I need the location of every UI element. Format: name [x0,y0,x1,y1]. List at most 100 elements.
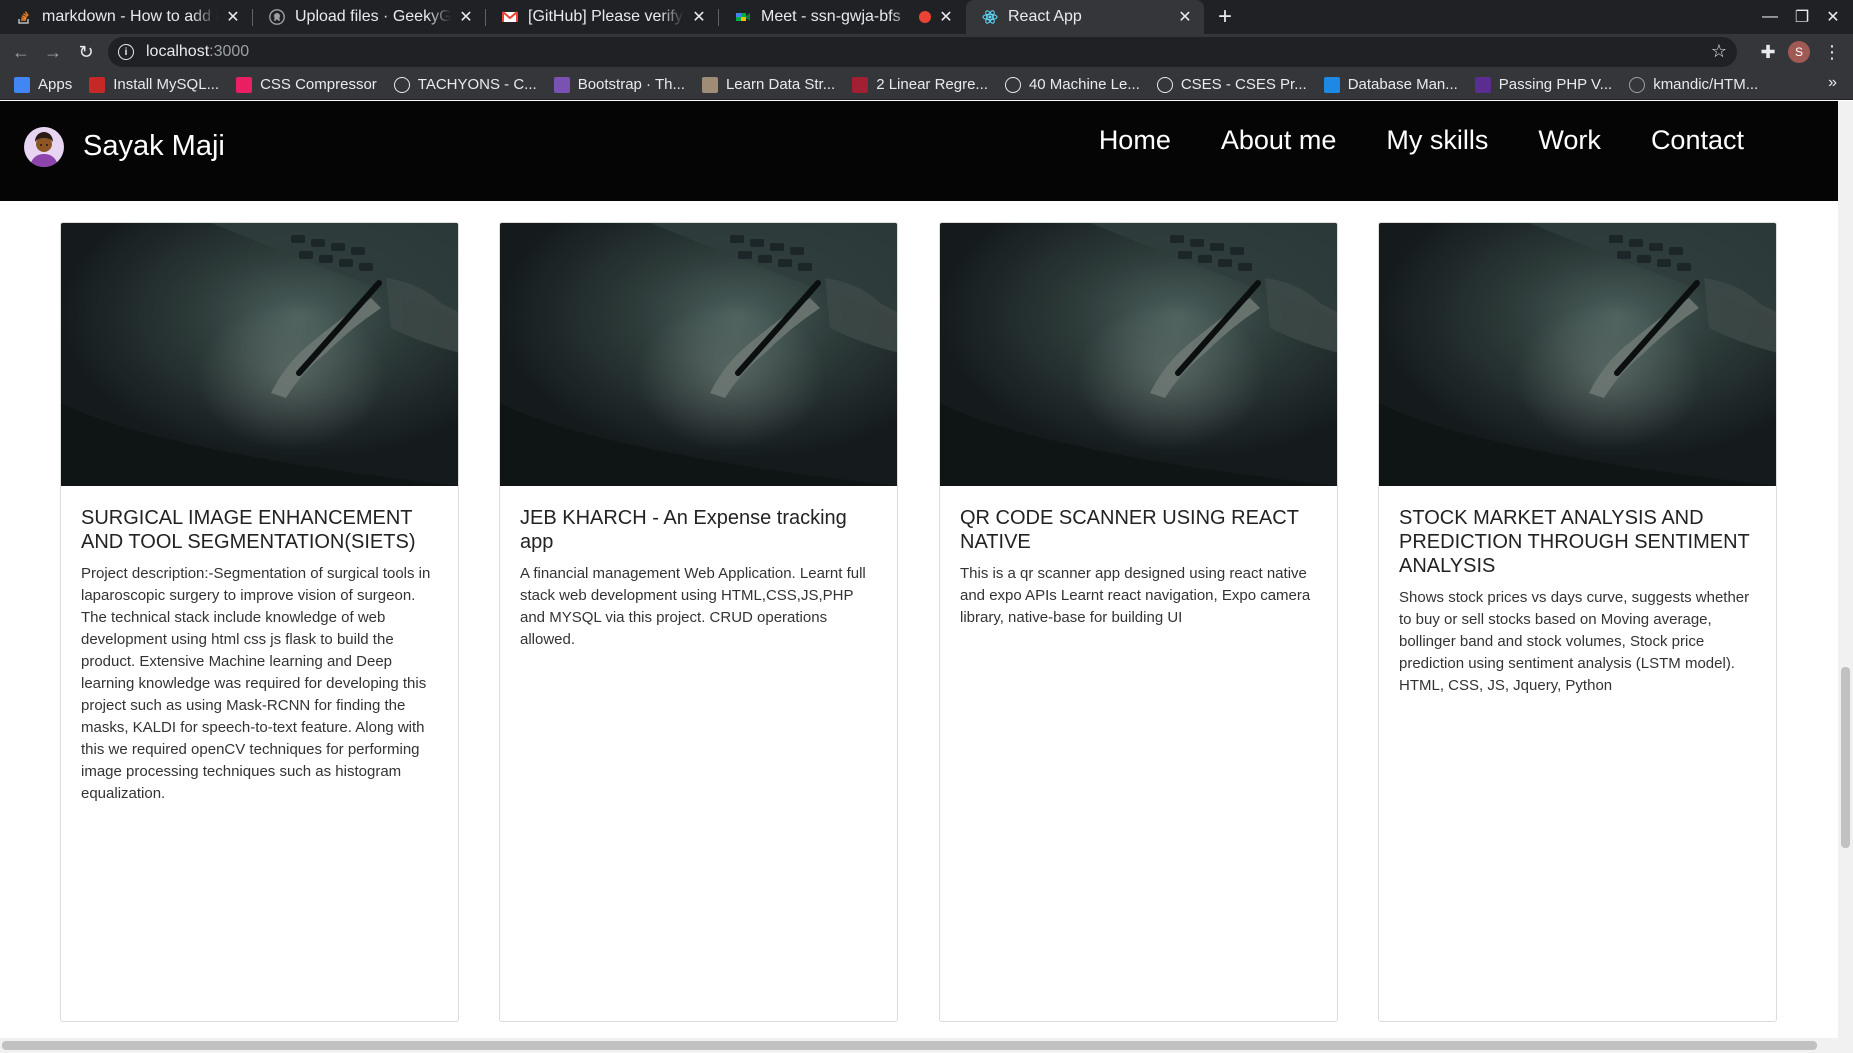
profile-avatar[interactable]: S [1788,41,1810,63]
bookmark-item[interactable]: Apps [14,76,72,93]
site-brand-name[interactable]: Sayak Maji [83,130,225,163]
browser-menu-icon[interactable]: ⋮ [1822,41,1842,63]
tab-0[interactable]: markdown - How to add ima ✕ [0,0,252,34]
nav-link-contact[interactable]: Contact [1651,125,1744,156]
browser-toolbar: ← → ↻ i localhost:3000 ☆ ✚ S ⋮ [0,34,1853,70]
project-title: JEB KHARCH - An Expense tracking app [520,507,847,553]
bookmark-item[interactable]: Install MySQL... [89,76,219,93]
page-viewport: Sayak Maji Home About me My skills Work … [0,101,1838,1038]
close-tab-icon[interactable]: ✕ [457,8,475,26]
recording-indicator-icon [919,11,931,23]
github-icon [1629,76,1646,93]
bookmark-item[interactable]: TACHYONS - C... [393,76,537,93]
back-arrow-icon[interactable]: ← [9,40,33,64]
dw-icon [1474,76,1491,93]
nav-link-home[interactable]: Home [1099,125,1171,156]
minimize-icon[interactable]: — [1759,6,1781,28]
project-image [500,223,897,486]
reload-icon[interactable]: ↻ [74,40,98,64]
bookmark-item[interactable]: 2 Linear Regre... [852,76,988,93]
project-card: JEB KHARCH - An Expense tracking app A f… [499,222,898,1022]
github-icon [269,9,285,25]
tab-title: markdown - How to add ima [42,8,218,25]
project-cards: SURGICAL IMAGE ENHANCEMENT AND TOOL SEGM… [60,222,1780,1022]
bootstrap-icon [553,76,570,93]
react-icon [982,9,998,25]
tab-title: [GitHub] Please verify you [528,8,684,25]
nav-link-my-skills[interactable]: My skills [1386,125,1488,156]
project-description: This is a qr scanner app designed using … [960,565,1311,626]
bookmark-item[interactable]: Database Man... [1323,76,1458,93]
close-tab-icon[interactable]: ✕ [937,8,955,26]
project-description: Project description:-Segmentation of sur… [81,565,431,802]
tab-title: React App [1008,8,1082,25]
stackoverflow-icon [16,9,32,25]
globe-icon [1156,76,1173,93]
bookmark-item[interactable]: CSES - CSES Pr... [1156,76,1307,93]
tab-title: Upload files · GeekyGeek3 [295,8,451,25]
bookmark-label: Learn Data Str... [725,76,836,93]
apps-grid-icon [14,76,30,93]
mit-icon [852,76,869,93]
bookmark-label: 2 Linear Regre... [876,76,988,93]
url-port: :3000 [209,43,250,60]
bookmark-item[interactable]: Bootstrap · Th... [553,76,685,93]
close-tab-icon[interactable]: ✕ [224,8,242,26]
bookmark-item[interactable]: Passing PHP V... [1474,76,1613,93]
site-navbar: Sayak Maji Home About me My skills Work … [0,101,1838,201]
extensions-puzzle-icon[interactable]: ✚ [1757,41,1779,63]
vertical-scrollbar[interactable] [1838,101,1853,1038]
tab-2[interactable]: [GitHub] Please verify you ✕ [486,0,718,34]
project-title: SURGICAL IMAGE ENHANCEMENT AND TOOL SEGM… [81,507,416,553]
close-tab-icon[interactable]: ✕ [690,8,708,26]
bookmark-label: TACHYONS - C... [417,76,537,93]
r-icon [89,76,106,93]
bookmarks-bar: Apps Install MySQL... CSS Compressor TACHYO… [0,70,1853,100]
bookmarks-overflow-icon[interactable]: » [1828,74,1837,92]
project-description: Shows stock prices vs days curve, sugges… [1399,589,1750,694]
close-tab-icon[interactable]: ✕ [1176,8,1194,26]
project-description: A financial management Web Application. … [520,565,866,648]
project-image [1379,223,1776,486]
forward-arrow-icon[interactable]: → [41,40,65,64]
bookmark-label: Passing PHP V... [1498,76,1613,93]
scroll-thumb[interactable] [1841,667,1850,848]
tab-4-active[interactable]: React App ✕ [966,0,1204,34]
tab-strip: markdown - How to add ima ✕ Upload files… [0,0,1853,34]
bookmark-label: CSS Compressor [260,76,377,93]
site-nav-links: Home About me My skills Work Contact [1049,125,1744,156]
bookmark-item[interactable]: CSS Compressor [236,76,377,93]
project-card: QR CODE SCANNER USING REACT NATIVE This … [939,222,1338,1022]
meet-icon [735,9,751,25]
tab-3[interactable]: Meet - ssn-gwja-bfs ✕ [719,0,965,34]
bookmark-label: kmandic/HTM... [1653,76,1759,93]
bookmark-item[interactable]: Learn Data Str... [701,76,836,93]
bookmark-star-icon[interactable]: ☆ [1711,41,1727,62]
bookmark-label: Apps [38,76,73,93]
address-bar[interactable]: i localhost:3000 ☆ [108,37,1737,67]
url-host: localhost [146,43,210,60]
bookmark-label: Install MySQL... [113,76,220,93]
nav-link-work[interactable]: Work [1538,125,1601,156]
restore-icon[interactable]: ❐ [1791,6,1813,28]
project-image [940,223,1337,486]
bookmark-item[interactable]: 40 Machine Le... [1004,76,1140,93]
bookmark-label: Bootstrap · Th... [577,76,685,93]
project-title: STOCK MARKET ANALYSIS AND PREDICTION THR… [1399,507,1750,577]
nav-link-about-me[interactable]: About me [1221,125,1337,156]
window-close-icon[interactable]: ✕ [1822,6,1844,28]
project-card: STOCK MARKET ANALYSIS AND PREDICTION THR… [1378,222,1777,1022]
site-info-icon[interactable]: i [118,44,134,60]
avatar [24,127,64,167]
globe-icon [393,76,410,93]
project-image [61,223,458,486]
project-title: QR CODE SCANNER USING REACT NATIVE [960,507,1299,553]
horizontal-scrollbar[interactable] [0,1038,1853,1053]
bookmark-label: 40 Machine Le... [1028,76,1140,93]
new-tab-button[interactable]: + [1212,3,1238,30]
gmail-icon [502,9,518,25]
bookmark-item[interactable]: kmandic/HTM... [1629,76,1758,93]
project-card: SURGICAL IMAGE ENHANCEMENT AND TOOL SEGM… [60,222,459,1022]
scroll-thumb[interactable] [2,1041,1817,1050]
tab-1[interactable]: Upload files · GeekyGeek3 ✕ [253,0,485,34]
